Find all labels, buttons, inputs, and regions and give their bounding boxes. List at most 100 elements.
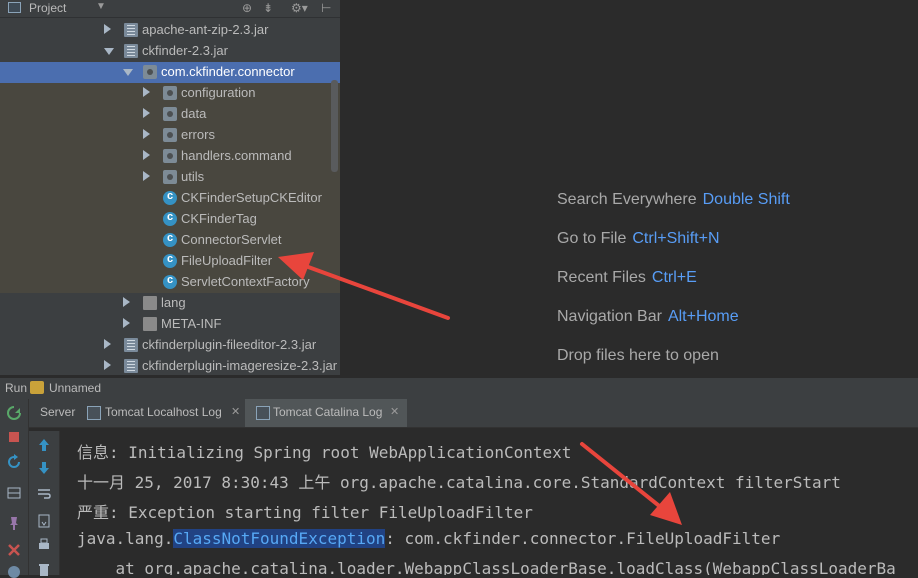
locate-icon[interactable]: ⊕ <box>242 1 252 15</box>
rerun-icon[interactable] <box>6 405 22 421</box>
layout-icon[interactable] <box>6 485 22 501</box>
expand-right-icon[interactable] <box>104 24 111 34</box>
package-icon <box>163 107 177 121</box>
log-file-icon <box>256 406 270 420</box>
expand-right-icon[interactable] <box>143 108 150 118</box>
class-icon <box>163 274 177 289</box>
scroll-to-end-icon[interactable] <box>36 513 52 529</box>
log-text: java.lang. <box>77 529 174 548</box>
tree-item[interactable]: data <box>0 104 340 125</box>
log-text: : com.ckfinder.connector.FileUploadFilte… <box>385 529 781 548</box>
package-icon <box>163 170 177 184</box>
tab-server[interactable]: Server <box>29 399 77 427</box>
package-icon <box>163 149 177 163</box>
class-icon <box>163 253 177 268</box>
tree-item-label: CKFinderSetupCKEditor <box>181 190 322 205</box>
jar-icon <box>124 44 138 58</box>
pin-icon[interactable] <box>6 515 22 531</box>
arrow-down-icon[interactable] <box>36 460 52 476</box>
close-icon[interactable]: ✕ <box>231 405 240 418</box>
package-icon <box>143 65 157 79</box>
tree-item[interactable]: CKFinderTag <box>0 209 340 230</box>
run-header: Run Unnamed <box>0 377 918 399</box>
chevron-down-icon[interactable]: ▼ <box>96 1 106 12</box>
close-icon[interactable]: ✕ <box>390 405 399 418</box>
folder-icon <box>143 317 157 331</box>
tree-item[interactable]: ServletContextFactory <box>0 272 340 293</box>
log-file-icon <box>87 406 101 420</box>
editor-hint: Navigation Bar Alt+Home <box>557 308 739 326</box>
editor-hint: Recent Files Ctrl+E <box>557 269 697 287</box>
hint-shortcut: Ctrl+E <box>651 269 697 286</box>
project-header: Project ▼ ⊕ ⇟ ⚙▾ ⊢ <box>0 0 340 18</box>
tree-item-label: configuration <box>181 85 256 100</box>
hint-text: Go to File <box>557 230 627 247</box>
tree-item[interactable]: ckfinderplugin-imageresize-2.3.jar <box>0 356 340 375</box>
tree-item[interactable]: errors <box>0 125 340 146</box>
project-icon <box>8 2 21 13</box>
log-line: 信息: Initializing Spring root WebApplicat… <box>77 443 572 462</box>
soft-wrap-icon[interactable] <box>36 486 52 502</box>
console-output[interactable]: 信息: Initializing Spring root WebApplicat… <box>60 432 918 575</box>
tree-item-label: com.ckfinder.connector <box>161 64 295 79</box>
expand-right-icon[interactable] <box>123 297 130 307</box>
run-label: Run <box>5 381 28 395</box>
tree-item[interactable]: ckfinder-2.3.jar <box>0 41 340 62</box>
arrow-up-icon[interactable] <box>36 437 52 453</box>
tree-item-label: FileUploadFilter <box>181 253 273 268</box>
tree-item[interactable]: ConnectorServlet <box>0 230 340 251</box>
expand-right-icon[interactable] <box>143 87 150 97</box>
tree-scrollbar[interactable] <box>331 80 338 172</box>
hint-text: Navigation Bar <box>557 308 662 325</box>
tree-item[interactable]: ckfinderplugin-fileeditor-2.3.jar <box>0 335 340 356</box>
tree-item[interactable]: CKFinderSetupCKEditor <box>0 188 340 209</box>
expand-down-icon[interactable] <box>123 69 133 76</box>
tree-item[interactable]: META-INF <box>0 314 340 335</box>
log-line: java.lang.ClassNotFoundException: com.ck… <box>77 529 780 548</box>
editor-hint: Drop files here to open <box>557 347 719 365</box>
expand-right-icon[interactable] <box>123 318 130 328</box>
tree-item-label: ConnectorServlet <box>181 232 282 247</box>
tree-item[interactable]: handlers.command <box>0 146 340 167</box>
tree-item[interactable]: utils <box>0 167 340 188</box>
hint-text: Search Everywhere <box>557 191 697 208</box>
close-icon[interactable] <box>6 542 22 558</box>
tree-item[interactable]: lang <box>0 293 340 314</box>
hide-panel-icon[interactable]: ⊢ <box>321 1 331 15</box>
project-tool-window: Project ▼ ⊕ ⇟ ⚙▾ ⊢ apache-ant-zip-2.3.ja… <box>0 0 340 375</box>
expand-right-icon[interactable] <box>143 129 150 139</box>
jar-icon <box>124 359 138 373</box>
tab-tomcat-catalina-log[interactable]: Tomcat Catalina Log ✕ <box>245 399 407 427</box>
project-title[interactable]: Project <box>29 1 66 15</box>
tab-label: Tomcat Catalina Log <box>273 405 383 419</box>
folder-icon <box>143 296 157 310</box>
tree-item-label: ServletContextFactory <box>181 274 310 289</box>
tree-item-label: ckfinder-2.3.jar <box>142 43 228 58</box>
expand-down-icon[interactable] <box>104 48 114 55</box>
hint-text: Drop files here to open <box>557 347 719 364</box>
highlighted-exception[interactable]: ClassNotFoundException <box>173 529 386 548</box>
tree-item-label: errors <box>181 127 215 142</box>
hint-text: Recent Files <box>557 269 646 286</box>
tree-item[interactable]: apache-ant-zip-2.3.jar <box>0 20 340 41</box>
expand-right-icon[interactable] <box>104 339 111 349</box>
gear-icon[interactable]: ⚙▾ <box>291 1 308 15</box>
tree-item-label: META-INF <box>161 316 222 331</box>
editor-hint: Go to File Ctrl+Shift+N <box>557 230 720 248</box>
expand-right-icon[interactable] <box>143 171 150 181</box>
tree-item[interactable]: FileUploadFilter <box>0 251 340 272</box>
tree-item[interactable]: configuration <box>0 83 340 104</box>
tab-tomcat-localhost-log[interactable]: Tomcat Localhost Log ✕ <box>77 399 245 427</box>
run-config-name[interactable]: Unnamed <box>49 381 101 395</box>
stop-icon[interactable] <box>6 429 22 445</box>
tree-item[interactable]: com.ckfinder.connector <box>0 62 340 83</box>
tomcat-icon <box>30 381 44 394</box>
expand-right-icon[interactable] <box>143 150 150 160</box>
expand-right-icon[interactable] <box>104 360 111 370</box>
collapse-all-icon[interactable]: ⇟ <box>263 1 273 15</box>
help-icon[interactable] <box>6 562 22 578</box>
package-icon <box>163 86 177 100</box>
hint-shortcut: Ctrl+Shift+N <box>632 230 720 247</box>
refresh-icon[interactable] <box>6 454 22 470</box>
print-icon[interactable] <box>36 537 52 553</box>
